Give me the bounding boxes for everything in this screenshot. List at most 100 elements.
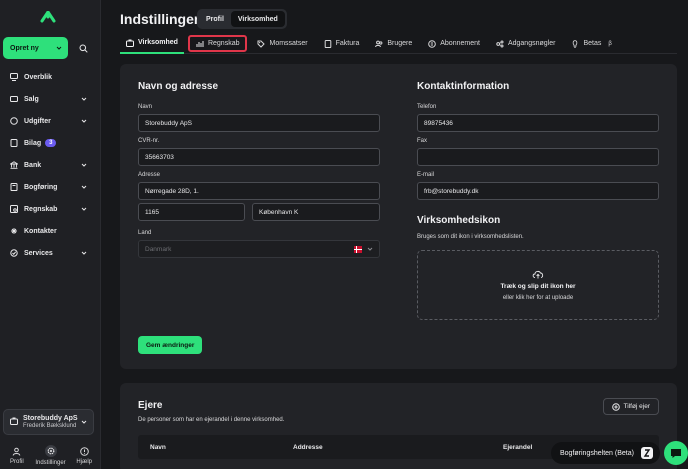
sidebar-item-bank[interactable]: Bank xyxy=(0,154,101,176)
company-icon-heading: Virksomhedsikon xyxy=(417,215,501,226)
help-button[interactable]: Hjælp xyxy=(67,442,101,469)
sidebar-item-label: Bogføring xyxy=(24,183,58,191)
segment-profil[interactable]: Profil xyxy=(199,11,231,27)
chevron-down-icon xyxy=(81,420,87,424)
settings-tabs: Virksomhed Regnskab Momssatser Faktura B… xyxy=(120,34,677,54)
building-icon xyxy=(10,417,18,427)
settings-button[interactable]: Indstillinger xyxy=(34,442,68,469)
tab-label: Regnskab xyxy=(207,40,240,47)
assistant-launcher[interactable]: Bogføringshelten (Beta) xyxy=(551,442,660,464)
sidebar-item-udgifter[interactable]: Udgifter xyxy=(0,110,101,132)
danish-flag-icon xyxy=(354,246,362,253)
document-icon xyxy=(9,139,18,148)
icon-upload-dropzone[interactable]: Træk og slip dit ikon her eller klik her… xyxy=(417,250,659,320)
chat-button[interactable] xyxy=(664,441,688,465)
tab-virksomhed[interactable]: Virksomhed xyxy=(120,34,184,54)
chevron-down-icon xyxy=(81,97,87,101)
tab-abonnement[interactable]: Abonnement xyxy=(422,35,486,52)
search-icon[interactable] xyxy=(75,40,91,56)
sidebar-item-label: Bilag xyxy=(24,139,42,147)
profile-button[interactable]: Profil xyxy=(0,442,34,469)
tab-brugere[interactable]: Brugere xyxy=(369,35,418,52)
company-switcher[interactable]: Storebuddy ApS Frederik Bæksklund xyxy=(3,409,94,435)
report-icon xyxy=(9,205,18,214)
chevron-down-icon xyxy=(81,119,87,123)
page-title: Indstillinger xyxy=(120,11,200,27)
chevron-down-icon xyxy=(81,185,87,189)
chevron-down-icon xyxy=(56,46,62,50)
tab-adgangsnogler[interactable]: Adgangsnøgler xyxy=(490,35,561,52)
chevron-down-icon xyxy=(367,247,373,251)
fax-label: Fax xyxy=(417,138,428,144)
settings-segment-control: Profil Virksomhed xyxy=(197,9,287,29)
sidebar-item-label: Udgifter xyxy=(24,117,51,125)
bar-chart-icon xyxy=(196,40,204,48)
tab-label: Brugere xyxy=(387,40,413,47)
sidebar-item-kontakter[interactable]: Kontakter xyxy=(0,220,101,242)
country-value: Danmark xyxy=(145,245,172,253)
bottom-nav: Profil Indstillinger Hjælp xyxy=(0,442,101,469)
column-header-name: Navn xyxy=(150,444,166,451)
chevron-down-icon xyxy=(81,251,87,255)
segment-virksomhed[interactable]: Virksomhed xyxy=(230,11,285,27)
dropzone-title: Træk og slip dit ikon her xyxy=(500,283,576,290)
tab-regnskab[interactable]: Regnskab xyxy=(187,35,248,52)
help-icon xyxy=(79,446,89,456)
monitor-icon xyxy=(9,73,18,82)
users-icon xyxy=(375,40,383,48)
column-header-address: Addresse xyxy=(293,444,323,451)
cvr-label: CVR-nr. xyxy=(138,138,160,144)
subscription-icon xyxy=(428,39,437,48)
beta-badge: β xyxy=(608,40,612,47)
phone-field[interactable]: 89875436 xyxy=(417,114,659,132)
sidebar-item-label: Services xyxy=(24,249,53,257)
email-label: E-mail xyxy=(417,172,435,178)
address-field[interactable]: Nørregade 28D, 1. xyxy=(138,182,380,200)
email-field[interactable]: frb@storebuddy.dk xyxy=(417,182,659,200)
zip-field[interactable]: 1165 xyxy=(138,203,245,221)
user-icon xyxy=(12,447,21,456)
company-settings-card: Navn og adresse Navn Storebuddy ApS CVR-… xyxy=(120,64,677,369)
tab-faktura[interactable]: Faktura xyxy=(318,35,366,52)
sidebar-item-salg[interactable]: Salg xyxy=(0,88,101,110)
chevron-down-icon xyxy=(81,163,87,167)
gear-icon xyxy=(44,445,57,457)
bottom-nav-label: Profil xyxy=(10,458,24,465)
add-owner-label: Tilføj ejer xyxy=(623,403,650,410)
dropzone-subtitle: eller klik her for at uploade xyxy=(502,295,574,301)
tab-betas[interactable]: Betas β xyxy=(565,35,617,52)
sidebar-item-regnskab[interactable]: Regnskab xyxy=(0,198,101,220)
sidebar-item-label: Bank xyxy=(24,161,42,169)
add-owner-button[interactable]: Tilføj ejer xyxy=(602,398,659,415)
sidebar-item-bilag[interactable]: Bilag 3 xyxy=(0,132,101,154)
create-new-button[interactable]: Opret ny xyxy=(3,37,68,59)
sidebar-item-services[interactable]: Services xyxy=(0,242,101,264)
name-field[interactable]: Storebuddy ApS xyxy=(138,114,380,132)
key-icon xyxy=(496,40,504,48)
tab-momssatser[interactable]: Momssatser xyxy=(251,35,313,52)
country-select[interactable]: Danmark xyxy=(138,240,380,258)
bottom-nav-label: Hjælp xyxy=(76,458,93,465)
sidebar-item-overblik[interactable]: Overblik xyxy=(0,66,101,88)
bank-icon xyxy=(9,161,18,170)
contact-heading: Kontaktinformation xyxy=(417,81,510,92)
address-heading: Navn og adresse xyxy=(138,81,219,92)
services-icon xyxy=(9,249,18,258)
cart-icon xyxy=(9,95,18,104)
company-name: Storebuddy ApS xyxy=(23,415,78,422)
sidebar-item-label: Overblik xyxy=(24,73,53,81)
country-label: Land xyxy=(138,230,152,236)
save-changes-button[interactable]: Gem ændringer xyxy=(138,336,203,354)
sidebar-item-bogforing[interactable]: Bogføring xyxy=(0,176,101,198)
phone-label: Telefon xyxy=(417,104,437,110)
fax-field[interactable] xyxy=(417,148,659,166)
company-user: Frederik Bæksklund xyxy=(23,423,77,429)
assistant-icon xyxy=(641,447,653,459)
logo-icon[interactable] xyxy=(40,10,56,23)
city-field[interactable]: København K xyxy=(252,203,380,221)
column-header-share: Ejerandel xyxy=(503,444,533,451)
lightbulb-icon xyxy=(571,39,579,48)
cvr-field[interactable]: 35663703 xyxy=(138,148,380,166)
tab-label: Virksomhed xyxy=(138,39,178,46)
chat-icon xyxy=(671,448,681,458)
